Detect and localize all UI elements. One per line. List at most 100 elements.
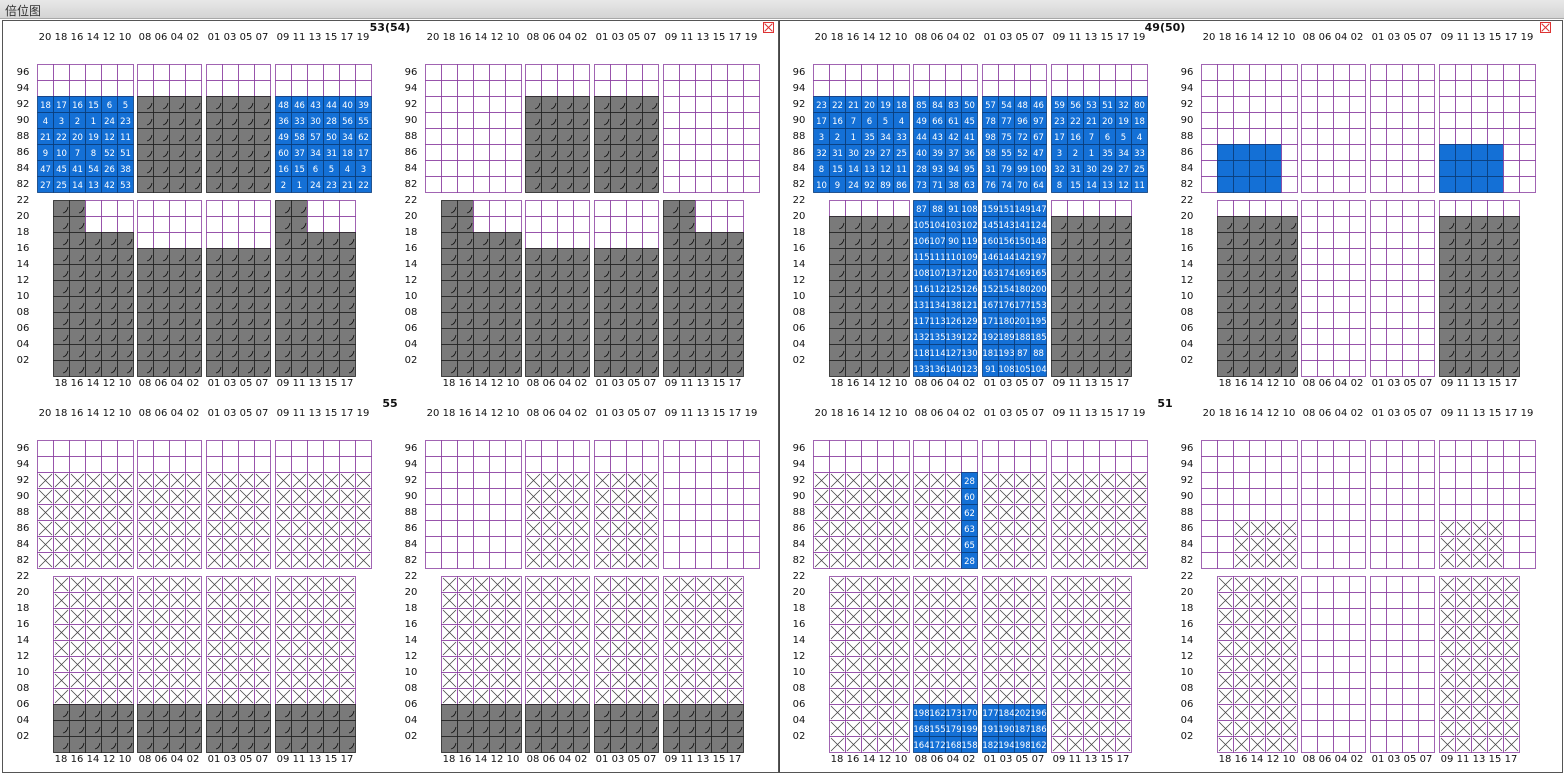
- slot-cell: [307, 80, 324, 97]
- row-label: 07: [256, 32, 269, 43]
- slot-number: 17: [358, 149, 369, 159]
- slot-cell: [626, 720, 643, 737]
- slot-cell: [1217, 488, 1234, 505]
- slot-cell: [169, 144, 186, 161]
- slot-number: 56: [342, 117, 353, 127]
- slot-cell: [1402, 176, 1419, 193]
- row-label: 10: [1283, 32, 1296, 43]
- slot-cell: [1455, 96, 1472, 113]
- slot-number: 89: [880, 181, 891, 191]
- row-label: 14: [863, 378, 876, 389]
- slot-cell: [441, 248, 458, 265]
- tier-label: 22: [1181, 571, 1194, 582]
- slot-cell: [679, 264, 696, 281]
- slot-cell: [222, 160, 239, 177]
- slot-cell: [1301, 312, 1318, 329]
- slot-cell: [1265, 96, 1282, 113]
- slot-cell: [457, 80, 474, 97]
- row-label: 16: [1235, 378, 1248, 389]
- slot-number: 123: [961, 365, 977, 375]
- row-label: 06: [155, 32, 168, 43]
- slot-cell: [1418, 472, 1435, 489]
- tier-label: 90: [793, 115, 806, 126]
- slot-cell: [1301, 264, 1318, 281]
- slot-cell: [594, 704, 611, 721]
- slot-cell: [557, 736, 574, 753]
- slot-cell: [626, 112, 643, 129]
- slot-cell: [1418, 520, 1435, 537]
- row-label: 14: [87, 754, 100, 765]
- slot-cell: [153, 264, 170, 281]
- row-label: 11: [293, 408, 306, 419]
- row-label: 10: [119, 408, 132, 419]
- slot-cell: [573, 736, 590, 753]
- slot-cell: [727, 472, 744, 489]
- slot-cell: [473, 144, 490, 161]
- slot-cell: [663, 264, 680, 281]
- slot-number: 177: [982, 709, 998, 719]
- slot-number: 36: [964, 149, 975, 159]
- slot-cell: [53, 232, 70, 249]
- slot-cell: [1402, 312, 1419, 329]
- slot-cell: [1115, 280, 1132, 297]
- slot-number: 100: [1030, 165, 1046, 175]
- row-label: 12: [491, 754, 504, 765]
- slot-cell: [1233, 200, 1250, 217]
- slot-cell: [1217, 472, 1234, 489]
- slot-number: 170: [961, 709, 977, 719]
- slot-number: 93: [932, 165, 943, 175]
- row-label: 13: [309, 32, 322, 43]
- slot-cell: [1471, 280, 1488, 297]
- slot-number: 198: [913, 709, 929, 719]
- tier-label: 14: [17, 635, 30, 646]
- row-label: 14: [87, 408, 100, 419]
- row-label: 04: [947, 378, 960, 389]
- slot-cell: [1115, 328, 1132, 345]
- slot-cell: [425, 80, 442, 97]
- slot-cell: [339, 80, 356, 97]
- slot-cell: [355, 80, 372, 97]
- row-label: 16: [1235, 32, 1248, 43]
- slot-cell: [642, 80, 659, 97]
- row-label: 13: [1473, 32, 1486, 43]
- slot-cell: [743, 520, 760, 537]
- slot-cell: [457, 456, 474, 473]
- slot-number: 45: [964, 117, 975, 127]
- row-label: 05: [1016, 378, 1029, 389]
- slot-cell: [441, 704, 458, 721]
- slot-cell: [206, 296, 223, 313]
- slot-cell: [1370, 264, 1387, 281]
- slot-cell: [85, 344, 102, 361]
- slot-cell: [1067, 328, 1084, 345]
- slot-cell: [275, 720, 292, 737]
- slot-cell: [594, 328, 611, 345]
- slot-number: 49: [916, 117, 927, 127]
- slot-cell: [1333, 96, 1350, 113]
- row-label: 17: [729, 32, 742, 43]
- slot-number: 144: [998, 253, 1014, 263]
- slot-number: 88: [932, 205, 943, 215]
- slot-cell: [489, 296, 506, 313]
- tier-label: 02: [17, 731, 30, 742]
- tier-label: 22: [1181, 195, 1194, 206]
- tier-label: 18: [1181, 227, 1194, 238]
- slot-cell: [1471, 64, 1488, 81]
- slot-number: 34: [310, 149, 321, 159]
- slot-cell: [222, 96, 239, 113]
- slot-cell: [1487, 344, 1504, 361]
- slot-cell: [695, 80, 712, 97]
- slot-cell: [1067, 80, 1084, 97]
- slot-cell: [53, 64, 70, 81]
- slot-cell: [1233, 112, 1250, 129]
- slot-cell: [169, 720, 186, 737]
- tier-label: 88: [17, 131, 30, 142]
- slot-number: 194: [998, 741, 1014, 751]
- slot-cell: [169, 312, 186, 329]
- slot-cell: [711, 520, 728, 537]
- tier-label: 20: [17, 211, 30, 222]
- slot-cell: [101, 328, 118, 345]
- slot-cell: [441, 344, 458, 361]
- row-label: 14: [475, 378, 488, 389]
- tier-label: 04: [17, 339, 30, 350]
- slot-cell: [489, 520, 506, 537]
